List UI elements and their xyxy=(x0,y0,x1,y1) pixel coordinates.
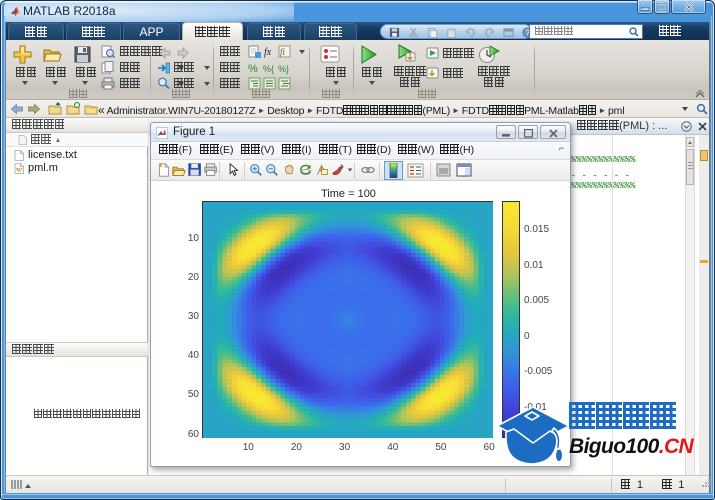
svg-text:%{: %{ xyxy=(263,64,274,74)
svg-text:fx: fx xyxy=(264,47,272,58)
svg-text:fi: fi xyxy=(280,47,286,57)
svg-text:%: % xyxy=(248,63,258,74)
svg-text:%}: %} xyxy=(278,64,289,74)
